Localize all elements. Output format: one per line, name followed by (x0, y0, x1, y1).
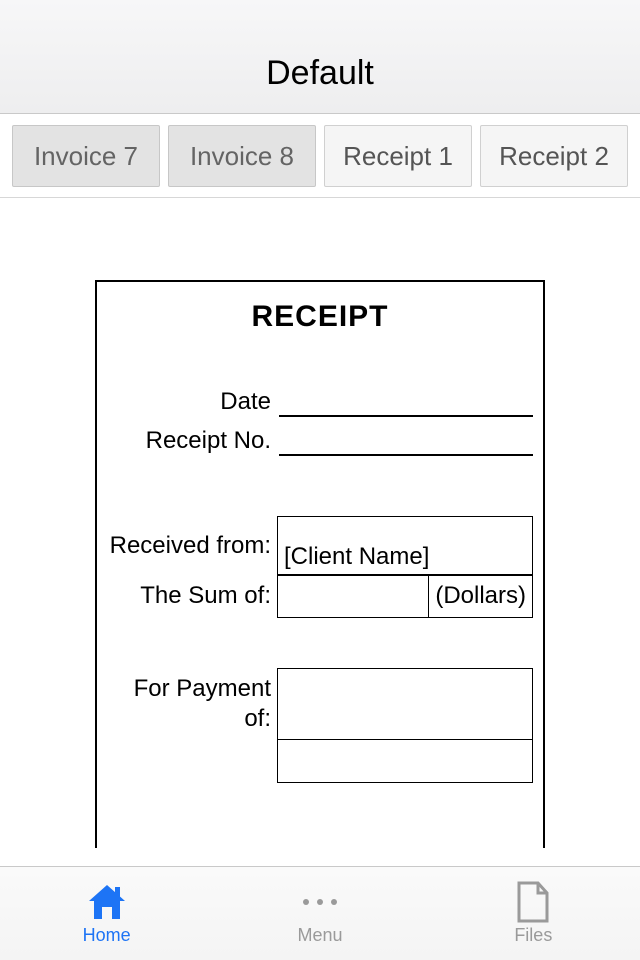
nav-label: Menu (297, 925, 342, 946)
payment-row-2 (107, 739, 533, 783)
payment-label: For Payment of: (107, 668, 277, 740)
payment-row: For Payment of: (107, 668, 533, 740)
tab-label: Receipt 1 (343, 141, 453, 172)
receipt-document: RECEIPT Date Receipt No. Received from: … (95, 280, 545, 848)
tab-invoice-7[interactable]: Invoice 7 (12, 125, 160, 187)
bottom-bar: Home Menu Files (0, 866, 640, 960)
template-tabs: Invoice 7 Invoice 8 Receipt 1 Receipt 2 (0, 114, 640, 198)
nav-files[interactable]: Files (427, 867, 640, 960)
payment-field-2[interactable] (277, 739, 533, 783)
tab-label: Invoice 7 (34, 141, 138, 172)
date-field[interactable] (279, 389, 533, 417)
home-icon (86, 881, 128, 923)
nav-label: Files (514, 925, 552, 946)
nav-home[interactable]: Home (0, 867, 213, 960)
dollars-label: (Dollars) (429, 574, 533, 618)
menu-icon (303, 881, 337, 923)
nav-menu[interactable]: Menu (213, 867, 426, 960)
client-name-value: [Client Name] (284, 543, 429, 571)
document-preview[interactable]: RECEIPT Date Receipt No. Received from: … (0, 198, 640, 848)
sum-amount-field[interactable] (277, 574, 429, 618)
file-icon (516, 881, 550, 923)
sum-row: The Sum of: (Dollars) (107, 574, 533, 618)
receipt-no-label: Receipt No. (107, 427, 277, 456)
nav-label: Home (83, 925, 131, 946)
date-label: Date (107, 388, 277, 417)
received-from-label: Received from: (107, 516, 277, 576)
date-row: Date (107, 388, 533, 417)
tab-receipt-1[interactable]: Receipt 1 (324, 125, 472, 187)
receipt-no-field[interactable] (279, 428, 533, 456)
tab-label: Invoice 8 (190, 141, 294, 172)
tab-receipt-2[interactable]: Receipt 2 (480, 125, 628, 187)
tab-label: Receipt 2 (499, 141, 609, 172)
receipt-title: RECEIPT (107, 300, 533, 334)
received-from-row: Received from: [Client Name] (107, 516, 533, 576)
receipt-no-row: Receipt No. (107, 427, 533, 456)
tab-invoice-8[interactable]: Invoice 8 (168, 125, 316, 187)
page-title: Default (266, 54, 374, 93)
client-name-field[interactable]: [Client Name] (277, 516, 533, 576)
sum-label: The Sum of: (107, 574, 277, 618)
header: Default (0, 0, 640, 114)
payment-field-1[interactable] (277, 668, 533, 740)
